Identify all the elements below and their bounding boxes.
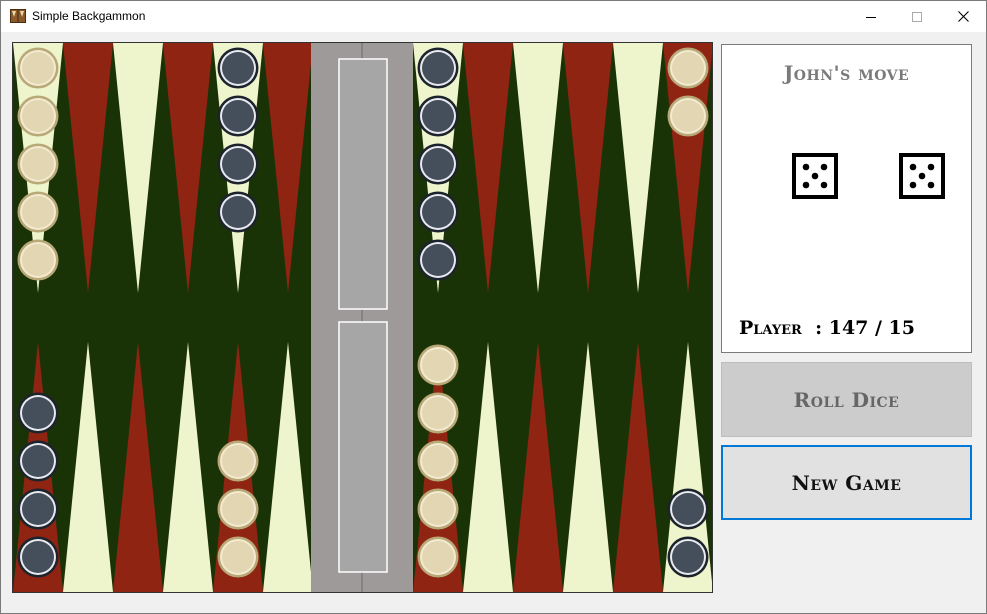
title-bar[interactable]: Simple Backgammon <box>1 1 986 32</box>
checker-face <box>222 445 254 477</box>
die-pip <box>909 181 917 189</box>
minimize-button[interactable] <box>848 1 894 32</box>
die-pip <box>802 181 810 189</box>
die-pip <box>927 163 935 171</box>
checker-face <box>422 196 454 228</box>
app-window: Simple Backgammon John's move Player : 1… <box>0 0 987 614</box>
checker-face <box>22 100 54 132</box>
checker-face <box>422 445 454 477</box>
checker-face <box>22 244 54 276</box>
player-score: Player : 147 / 15 <box>739 317 915 339</box>
close-button[interactable] <box>940 1 986 32</box>
checker-face <box>422 397 454 429</box>
checker-face <box>422 148 454 180</box>
minimize-icon <box>866 16 876 18</box>
checker-face <box>22 445 54 477</box>
new-game-button[interactable]: New Game <box>721 445 972 520</box>
checker-face <box>672 493 704 525</box>
checker-face <box>422 493 454 525</box>
checker-face <box>422 100 454 132</box>
maximize-button[interactable] <box>894 1 940 32</box>
bar-tray-bottom[interactable] <box>338 321 388 573</box>
die-two <box>899 153 945 199</box>
current-move-label: John's move <box>783 61 910 85</box>
checker-face <box>22 52 54 84</box>
checker-face <box>22 541 54 573</box>
checker-face <box>222 196 254 228</box>
checker-face <box>222 100 254 132</box>
window-title: Simple Backgammon <box>32 9 146 23</box>
maximize-icon <box>912 11 922 22</box>
checker-face <box>222 52 254 84</box>
checker-face <box>422 541 454 573</box>
close-icon <box>957 11 969 22</box>
status-panel: John's move Player : 147 / 15 <box>721 44 972 353</box>
checker-face <box>222 493 254 525</box>
bar-tray-top[interactable] <box>338 58 388 310</box>
checker-face <box>222 148 254 180</box>
die-pip <box>927 181 935 189</box>
checker-face <box>222 541 254 573</box>
die-pip <box>918 172 926 180</box>
checker-face <box>672 541 704 573</box>
checker-face <box>672 52 704 84</box>
checker-face <box>22 493 54 525</box>
die-pip <box>820 163 828 171</box>
checker-face <box>422 244 454 276</box>
die-pip <box>811 172 819 180</box>
checker-face <box>672 100 704 132</box>
roll-dice-button[interactable]: Roll Dice <box>721 362 972 437</box>
checker-face <box>422 52 454 84</box>
backgammon-board[interactable] <box>12 42 713 593</box>
checker-face <box>22 148 54 180</box>
checker-face <box>22 397 54 429</box>
die-pip <box>820 181 828 189</box>
board-surface[interactable] <box>13 43 712 592</box>
die-pip <box>909 163 917 171</box>
die-pip <box>802 163 810 171</box>
checker-face <box>422 349 454 381</box>
checker-face <box>22 196 54 228</box>
backgammon-app-icon <box>10 9 26 23</box>
die-one <box>792 153 838 199</box>
